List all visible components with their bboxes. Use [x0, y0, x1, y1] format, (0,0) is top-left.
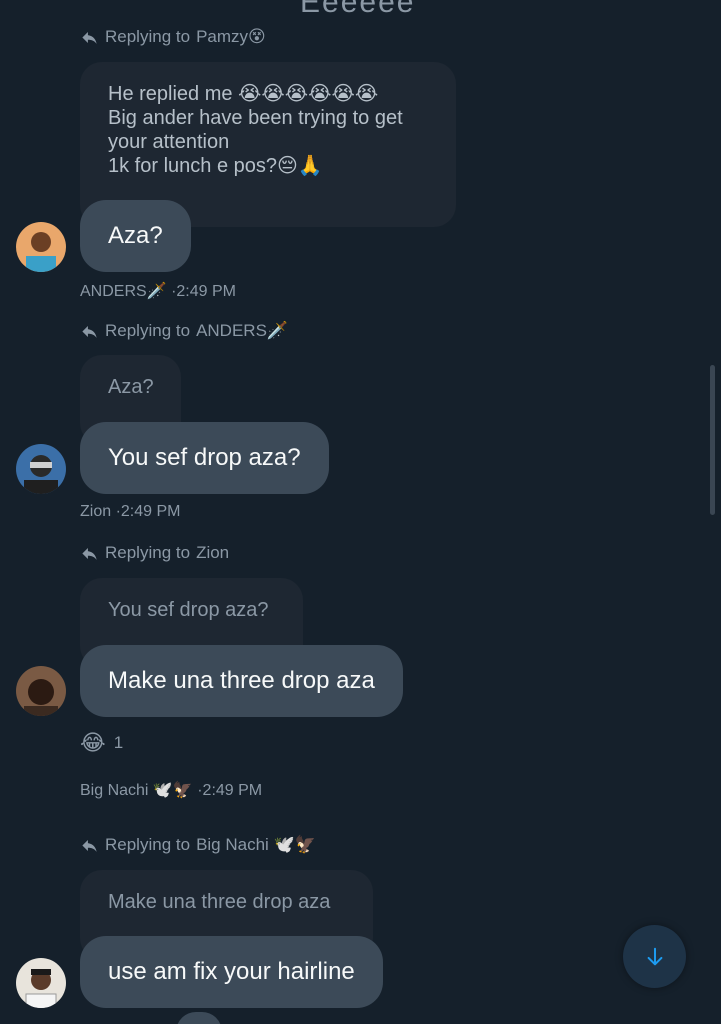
reaction-count: 1	[113, 733, 124, 752]
message-bubble[interactable]: Make una three drop aza	[80, 645, 403, 717]
message-bubble[interactable]: You sef drop aza?	[80, 422, 329, 494]
quoted-line: 1k for lunch e pos?😔🙏	[108, 155, 323, 177]
reply-to-name[interactable]: Zion	[196, 543, 229, 563]
reply-arrow-icon	[82, 547, 97, 560]
author-name[interactable]: Big Nachi 🕊️🦅	[80, 782, 193, 799]
message-bubble[interactable]: use am fix your hairline	[80, 936, 383, 1008]
message-text: use am fix your hairline	[108, 958, 355, 985]
arrow-down-icon	[647, 947, 662, 965]
laughing-emoji-icon: 😂	[80, 730, 106, 755]
next-message-peek	[176, 1012, 222, 1024]
quoted-line: He replied me 😭😭😭😭😭😭	[108, 83, 379, 105]
reply-to-name[interactable]: Pamzy😵	[196, 27, 266, 47]
message-meta: Zion ·2:49 PM	[80, 503, 181, 521]
avatar[interactable]	[16, 444, 66, 494]
header-clip: Eeeeee	[300, 0, 416, 19]
avatar[interactable]	[16, 958, 66, 1008]
reply-context: Replying to ANDERS🗡️	[80, 321, 288, 341]
reply-label: Replying to	[105, 543, 191, 562]
timestamp: ·2:49 PM	[171, 283, 236, 300]
quoted-line: your attention	[108, 131, 230, 153]
reply-label: Replying to	[105, 27, 191, 46]
quoted-line: Aza?	[108, 376, 154, 398]
quoted-line: Big ander have been trying to get	[108, 107, 403, 129]
message-meta: Big Nachi 🕊️🦅 ·2:49 PM	[80, 780, 262, 800]
reply-arrow-icon	[82, 839, 97, 852]
scroll-to-bottom-button[interactable]	[623, 925, 686, 988]
reply-to-name[interactable]: Big Nachi 🕊️🦅	[196, 835, 316, 855]
reply-arrow-icon	[82, 325, 97, 338]
quoted-line: You sef drop aza?	[108, 599, 269, 621]
timestamp: ·2:49 PM	[115, 503, 181, 520]
message-text: Aza?	[108, 222, 163, 249]
author-name[interactable]: Zion	[80, 503, 111, 520]
scrollbar[interactable]	[710, 365, 715, 515]
reaction[interactable]: 😂 1	[80, 730, 123, 756]
reply-arrow-icon	[82, 31, 97, 44]
quoted-line: Make una three drop aza	[108, 891, 331, 913]
message-text: You sef drop aza?	[108, 444, 301, 471]
message-meta: ANDERS🗡️ ·2:49 PM	[80, 281, 236, 301]
avatar[interactable]	[16, 222, 66, 272]
avatar[interactable]	[16, 666, 66, 716]
reply-context: Replying to Pamzy😵	[80, 27, 266, 47]
message-text: Make una three drop aza	[108, 667, 375, 694]
reply-context: Replying to Zion	[80, 543, 229, 563]
reply-label: Replying to	[105, 321, 191, 340]
reply-to-name[interactable]: ANDERS🗡️	[196, 321, 288, 341]
author-name[interactable]: ANDERS🗡️	[80, 283, 167, 300]
reply-context: Replying to Big Nachi 🕊️🦅	[80, 835, 316, 855]
message-bubble[interactable]: Aza?	[80, 200, 191, 272]
reply-label: Replying to	[105, 835, 191, 854]
timestamp: ·2:49 PM	[197, 782, 263, 799]
